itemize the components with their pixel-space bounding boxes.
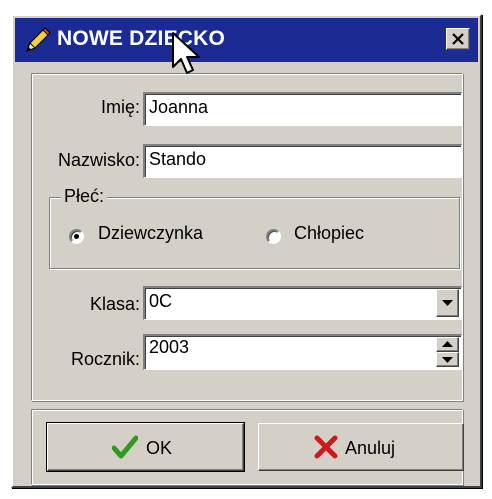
first-name-field[interactable]: Joanna [143,92,462,126]
title-bar[interactable]: NOWE DZIECKO [15,18,478,62]
close-button[interactable] [446,28,470,50]
last-name-label: Nazwisko: [57,150,140,170]
class-dropdown-button[interactable] [436,289,459,317]
arrow-up-icon [442,341,453,347]
class-label: Klasa: [89,294,140,314]
year-stepper[interactable]: 2003 [143,334,462,370]
radio-girl[interactable] [69,229,84,244]
class-select[interactable]: 0C [143,286,462,320]
ok-button-label: OK [146,438,173,458]
pencil-icon [26,27,51,52]
cancel-button[interactable]: Anuluj [258,423,464,471]
x-icon [314,435,338,459]
close-icon [452,33,464,45]
year-label: Rocznik: [70,349,140,369]
check-icon [112,435,138,459]
radio-girl-label[interactable]: Dziewczynka [98,223,203,244]
radio-boy[interactable] [266,229,281,244]
chevron-down-icon [442,300,453,306]
year-down-button[interactable] [436,352,459,367]
cancel-button-label: Anuluj [345,438,396,458]
year-up-button[interactable] [436,337,459,352]
radio-boy-label[interactable]: Chłopiec [294,223,364,244]
mouse-cursor-icon [172,32,200,74]
ok-button[interactable]: OK [46,422,245,472]
arrow-down-icon [442,357,453,363]
last-name-field[interactable]: Stando [143,144,462,178]
dialog-window: NOWE DZIECKO Imię: Joanna Nazwisko: Stan… [11,14,482,488]
gender-group-label: Płeć: [61,186,108,207]
first-name-label: Imię: [100,97,140,117]
